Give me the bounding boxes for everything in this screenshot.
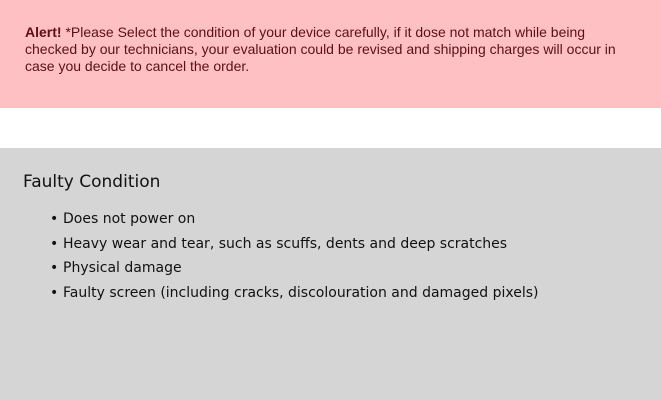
- list-item-text: Physical damage: [63, 260, 182, 276]
- bullet-icon: •: [50, 284, 59, 301]
- list-item: • Does not power on: [23, 211, 641, 227]
- list-item: • Physical damage: [23, 260, 641, 276]
- list-item-text: Faulty screen (including cracks, discolo…: [63, 284, 539, 301]
- alert-message: *Please Select the condition of your dev…: [25, 24, 616, 74]
- condition-title: Faulty Condition: [23, 172, 161, 192]
- alert-banner: Alert! *Please Select the condition of y…: [0, 0, 661, 108]
- list-item: • Faulty screen (including cracks, disco…: [23, 285, 641, 301]
- bullet-icon: •: [50, 211, 59, 227]
- bullet-icon: •: [50, 235, 59, 252]
- list-item-text: Does not power on: [63, 211, 196, 227]
- list-item: • Heavy wear and tear, such as scuffs, d…: [23, 236, 641, 252]
- faulty-condition-panel: Faulty Condition • Does not power on • H…: [0, 148, 661, 400]
- list-item-text: Heavy wear and tear, such as scuffs, den…: [63, 235, 508, 252]
- bullet-icon: •: [50, 260, 59, 276]
- alert-label: Alert!: [25, 24, 62, 40]
- condition-list: • Does not power on • Heavy wear and tea…: [23, 211, 641, 301]
